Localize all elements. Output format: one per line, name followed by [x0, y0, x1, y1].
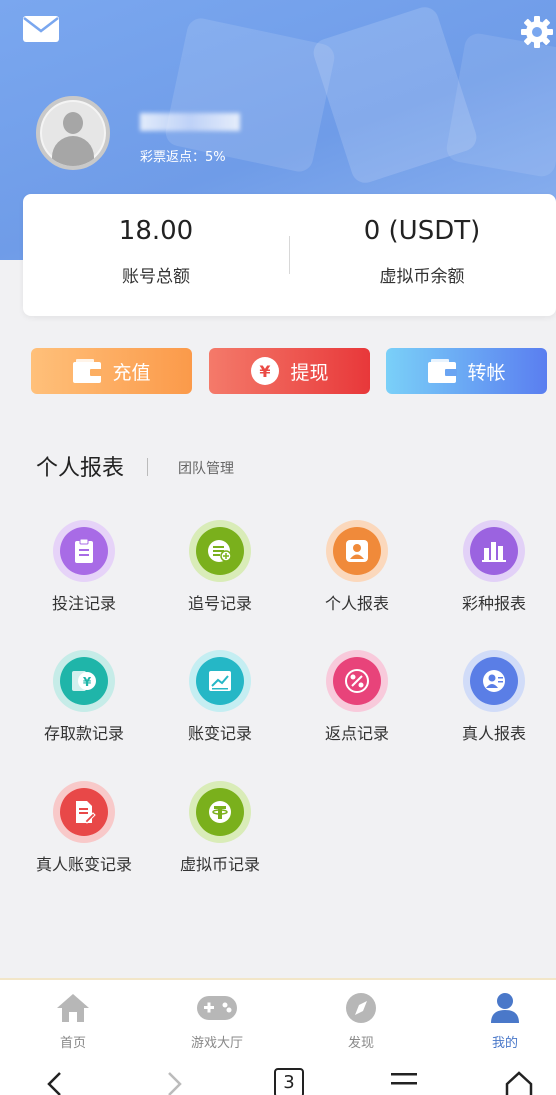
grid-item-label: 投注记录: [51, 594, 116, 613]
grid-item-personal-report[interactable]: 个人报表: [297, 520, 417, 614]
grid-item-chase-record[interactable]: 追号记录: [160, 520, 280, 614]
grid-item-label: 返点记录: [324, 724, 389, 743]
withdraw-label: 提现: [290, 361, 329, 384]
person-icon: [333, 527, 381, 575]
grid-item-crypto-record[interactable]: 虚拟币记录: [160, 781, 280, 875]
total-label: 账号总额: [122, 267, 190, 287]
home-icon: [23, 992, 123, 1028]
team-management-link[interactable]: 团队管理: [178, 458, 234, 478]
user-icon: [455, 992, 555, 1028]
avatar[interactable]: [36, 96, 110, 170]
grid-item-account-change-record[interactable]: 账变记录: [160, 650, 280, 744]
tab-mine[interactable]: 我的: [455, 992, 555, 1051]
crypto-amount: 0 (USDT): [363, 216, 481, 246]
total-amount: 18.00: [118, 216, 194, 246]
withdraw-button[interactable]: ¥ 提现: [209, 348, 370, 394]
grid-item-rebate-record[interactable]: 返点记录: [297, 650, 417, 744]
grid-item-label: 追号记录: [187, 594, 252, 613]
section-title-personal-report[interactable]: 个人报表: [36, 450, 124, 482]
transfer-button[interactable]: 转帐: [386, 348, 547, 394]
clipboard-icon: [60, 527, 108, 575]
grid-item-label: 真人账变记录: [35, 855, 132, 874]
grid-item-label: 虚拟币记录: [179, 855, 260, 874]
tab-home[interactable]: 首页: [23, 992, 123, 1051]
home-page-icon[interactable]: [504, 1070, 534, 1095]
grid-item-label: 彩种报表: [461, 594, 526, 613]
tabs-button[interactable]: 3: [274, 1068, 304, 1095]
grid-item-label: 真人报表: [461, 724, 526, 743]
tab-label: 游戏大厅: [190, 1036, 243, 1051]
wallet-icon: [72, 358, 103, 384]
tab-label: 我的: [491, 1036, 518, 1051]
compass-icon: [311, 992, 411, 1028]
list-add-icon: [196, 527, 244, 575]
recharge-button[interactable]: 充值: [31, 348, 192, 394]
menu-icon[interactable]: [390, 1070, 418, 1095]
document-edit-icon: [60, 788, 108, 836]
transfer-label: 转帐: [467, 361, 506, 384]
gear-icon[interactable]: [519, 14, 555, 50]
bottom-tab-bar: 首页 游戏大厅 发现 我的: [0, 978, 556, 1056]
svg-text:¥: ¥: [260, 362, 271, 381]
yen-coin-icon: ¥: [250, 356, 280, 386]
grid-item-label: 存取款记录: [43, 724, 124, 743]
grid-item-label: 账变记录: [187, 724, 252, 743]
tab-count: 3: [274, 1068, 304, 1095]
system-navigation-bar: 3: [0, 1056, 556, 1095]
gamepad-icon: [167, 992, 267, 1028]
crypto-label: 虚拟币余额: [379, 267, 465, 287]
grid-item-label: 个人报表: [324, 594, 389, 613]
mail-icon[interactable]: [22, 14, 60, 44]
grid-item-live-account-change-record[interactable]: 真人账变记录: [24, 781, 144, 875]
percent-icon: [333, 657, 381, 705]
id-card-icon: [470, 657, 518, 705]
section-separator: [147, 458, 148, 476]
tether-icon: [196, 788, 244, 836]
grid-item-deposit-withdraw-record[interactable]: ¥ 存取款记录: [24, 650, 144, 744]
forward-icon[interactable]: [165, 1070, 185, 1095]
wallet-transfer-icon: [427, 358, 458, 384]
grid-item-bet-record[interactable]: 投注记录: [24, 520, 144, 614]
yen-card-icon: ¥: [60, 657, 108, 705]
recharge-label: 充值: [112, 361, 151, 384]
username-blurred: [140, 113, 240, 131]
crypto-balance: 0 (USDT) 虚拟币余额: [289, 216, 555, 287]
svg-text:¥: ¥: [83, 675, 92, 689]
tab-label: 发现: [347, 1036, 374, 1051]
bar-chart-icon: [470, 527, 518, 575]
rebate-label: 彩票返点：5%: [140, 150, 226, 165]
tab-discover[interactable]: 发现: [311, 992, 411, 1051]
back-icon[interactable]: [44, 1070, 64, 1095]
trend-chart-icon: [196, 657, 244, 705]
tab-game-lobby[interactable]: 游戏大厅: [167, 992, 267, 1051]
total-balance: 18.00 账号总额: [23, 216, 289, 287]
balance-card: 18.00 账号总额 0 (USDT) 虚拟币余额: [23, 194, 556, 316]
grid-item-lottery-report[interactable]: 彩种报表: [434, 520, 554, 614]
grid-item-live-report[interactable]: 真人报表: [434, 650, 554, 744]
tab-label: 首页: [59, 1036, 86, 1051]
